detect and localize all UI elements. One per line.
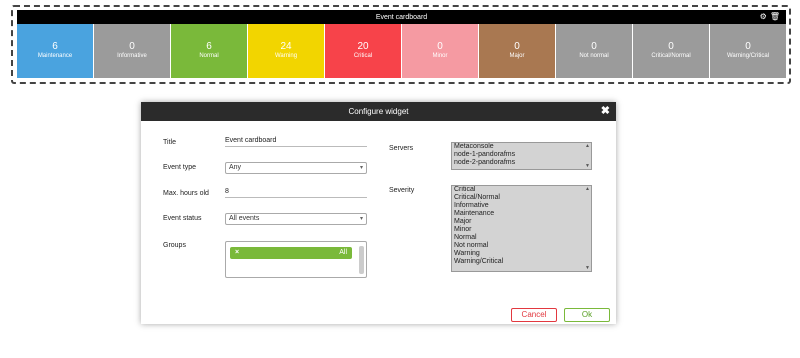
tile-informative[interactable]: 0 Informative (94, 24, 171, 78)
severity-option[interactable]: Warning/Critical (452, 258, 591, 266)
tile-label: Warning (274, 53, 298, 59)
severity-option[interactable]: Not normal (452, 242, 591, 250)
tile-count: 6 (206, 41, 212, 52)
tile-label: Maintenance (37, 53, 73, 59)
tile-not-normal[interactable]: 0 Not normal (556, 24, 633, 78)
servers-label: Servers (389, 145, 414, 152)
severity-option[interactable]: Critical (452, 186, 591, 194)
severity-option[interactable]: Major (452, 218, 591, 226)
severity-option[interactable]: Warning (452, 250, 591, 258)
remove-chip-icon[interactable]: × (235, 247, 239, 259)
close-icon[interactable]: ✖ (601, 105, 610, 117)
tile-label: Normal (199, 53, 219, 59)
severity-option[interactable]: Maintenance (452, 210, 591, 218)
servers-listbox[interactable]: Metaconsole node-1-pandorafms node-2-pando… (451, 142, 592, 170)
tile-count: 0 (437, 41, 443, 52)
tile-count: 0 (129, 41, 135, 52)
event-status-label: Event status (163, 215, 202, 222)
tile-label: Critical/Normal (651, 53, 691, 59)
tile-warning-critical[interactable]: 0 Warning/Critical (710, 24, 786, 78)
title-input[interactable]: Event cardboard (225, 136, 367, 147)
tile-label: Major (509, 53, 525, 59)
ok-button[interactable]: Ok (564, 308, 610, 322)
tile-minor[interactable]: 0 Minor (402, 24, 479, 78)
tile-count: 6 (52, 41, 58, 52)
tile-count: 0 (668, 41, 674, 52)
group-chip: × All (230, 247, 352, 259)
severity-option[interactable]: Normal (452, 234, 591, 242)
chevron-down-icon: ▾ (359, 165, 363, 171)
dialog-title: Configure widget (348, 107, 409, 116)
tile-label: Critical (353, 53, 373, 59)
tile-count: 20 (357, 41, 369, 52)
widget-title: Event cardboard (375, 13, 428, 21)
tile-maintenance[interactable]: 6 Maintenance (17, 24, 94, 78)
event-status-select[interactable]: All events ▾ (225, 213, 367, 225)
max-hours-input[interactable]: 8 (225, 187, 367, 198)
tile-label: Minor (432, 53, 448, 59)
severity-tiles: 6 Maintenance 0 Informative 6 Normal 24 Warning… (17, 24, 786, 78)
tile-label: Not normal (579, 53, 609, 59)
tile-count: 0 (745, 41, 751, 52)
scroll-down-icon[interactable]: ▼ (585, 265, 590, 271)
severity-option[interactable]: Minor (452, 226, 591, 234)
tile-critical-normal[interactable]: 0 Critical/Normal (633, 24, 710, 78)
widget-tools: ⚙ 🗑 (760, 12, 780, 22)
groups-scrollbar[interactable] (359, 246, 364, 274)
event-type-value: Any (229, 164, 242, 171)
server-option[interactable]: node-1-pandorafms (452, 151, 591, 159)
tile-major[interactable]: 0 Major (479, 24, 556, 78)
dialog-header: Configure widget ✖ (141, 102, 616, 121)
groups-multiselect[interactable]: × All (225, 241, 367, 278)
tile-count: 0 (591, 41, 597, 52)
server-option[interactable]: Metaconsole (452, 143, 591, 151)
group-chip-label: All (339, 249, 347, 256)
trash-icon[interactable]: 🗑 (770, 12, 780, 22)
severity-label: Severity (389, 187, 415, 194)
title-label: Title (163, 139, 176, 146)
server-option[interactable]: node-2-pandorafms (452, 159, 591, 167)
tile-normal[interactable]: 6 Normal (171, 24, 248, 78)
tile-label: Informative (117, 53, 147, 59)
severity-option[interactable]: Informative (452, 202, 591, 210)
max-hours-label: Max. hours old (163, 190, 209, 197)
scroll-up-icon[interactable]: ▲ (585, 143, 590, 149)
scroll-down-icon[interactable]: ▼ (585, 163, 590, 169)
event-status-value: All events (229, 215, 260, 222)
tile-count: 24 (280, 41, 292, 52)
event-type-select[interactable]: Any ▾ (225, 162, 367, 174)
scroll-up-icon[interactable]: ▲ (585, 186, 590, 192)
tile-label: Warning/Critical (726, 53, 770, 59)
event-type-label: Event type (163, 164, 197, 171)
chevron-down-icon: ▾ (359, 216, 363, 222)
gear-icon[interactable]: ⚙ (760, 12, 767, 22)
tile-count: 0 (514, 41, 520, 52)
tile-warning[interactable]: 24 Warning (248, 24, 325, 78)
cancel-button[interactable]: Cancel (511, 308, 557, 322)
tile-critical[interactable]: 20 Critical (325, 24, 402, 78)
severity-listbox[interactable]: Critical Critical/Normal Informative Mainte… (451, 185, 592, 272)
groups-label: Groups (163, 242, 186, 249)
severity-option[interactable]: Critical/Normal (452, 194, 591, 202)
widget-header: Event cardboard ⚙ 🗑 (17, 10, 786, 24)
